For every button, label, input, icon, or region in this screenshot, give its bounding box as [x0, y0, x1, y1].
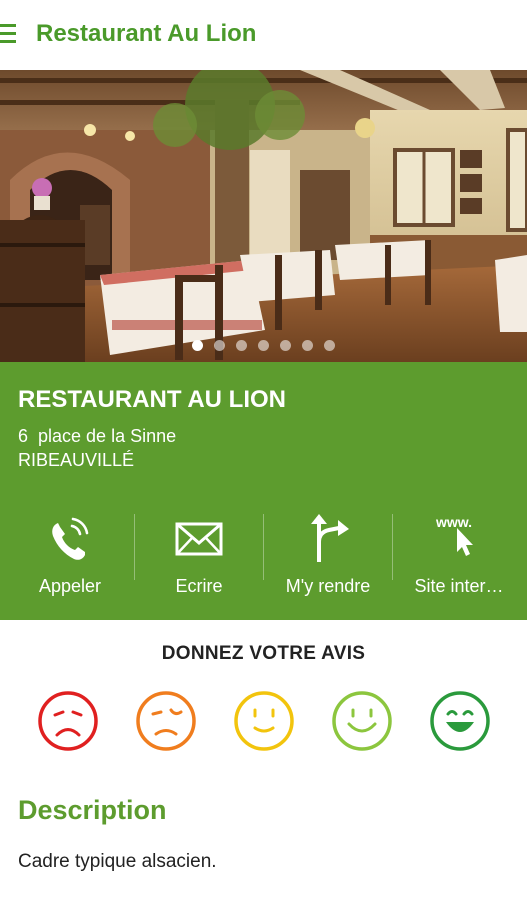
carousel-dot[interactable] [258, 340, 269, 351]
directions-label: M'y rendre [285, 576, 371, 596]
carousel-dot[interactable] [280, 340, 291, 351]
carousel-dot[interactable] [214, 340, 225, 351]
website-icon: www. [394, 514, 524, 564]
phone-icon [5, 514, 135, 564]
write-email-button[interactable]: Ecrire [134, 507, 264, 607]
description-text: Cadre typique alsacien. [18, 851, 217, 872]
very-happy-face-icon[interactable] [429, 690, 491, 752]
carousel-dot[interactable] [324, 340, 335, 351]
directions-button[interactable]: M'y rendre [263, 507, 393, 607]
restaurant-interior-photo [0, 70, 527, 362]
app-bar: Restaurant Au Lion [0, 0, 527, 70]
restaurant-name: RESTAURANT AU LION [18, 386, 286, 413]
page-title: Restaurant Au Lion [36, 20, 257, 47]
restaurant-photo-carousel[interactable] [0, 70, 527, 362]
neutral-face-icon[interactable] [233, 690, 295, 752]
call-button[interactable]: Appeler [5, 507, 135, 607]
carousel-indicator [0, 338, 527, 354]
hamburger-menu-icon[interactable] [0, 24, 16, 46]
carousel-dot[interactable] [302, 340, 313, 351]
call-button-label: Appeler [38, 576, 102, 596]
website-button[interactable]: www. Site inter… [394, 507, 524, 607]
directions-icon [263, 514, 393, 564]
write-email-label: Ecrire [175, 576, 223, 596]
address-city: RIBEAUVILLÉ [18, 450, 135, 470]
review-title: DONNEZ VOTRE AVIS [161, 643, 366, 664]
website-label: Site inter… [414, 576, 504, 596]
description-heading: Description [18, 795, 167, 825]
very-unhappy-face-icon[interactable] [37, 690, 99, 752]
address-line: 6 place de la Sinne [18, 426, 177, 446]
carousel-dot[interactable] [236, 340, 247, 351]
happy-face-icon[interactable] [331, 690, 393, 752]
carousel-dot-active[interactable] [192, 340, 203, 351]
unhappy-face-icon[interactable] [135, 690, 197, 752]
restaurant-info-panel: RESTAURANT AU LION 6 place de la Sinne R… [0, 362, 527, 620]
envelope-icon [134, 514, 264, 564]
